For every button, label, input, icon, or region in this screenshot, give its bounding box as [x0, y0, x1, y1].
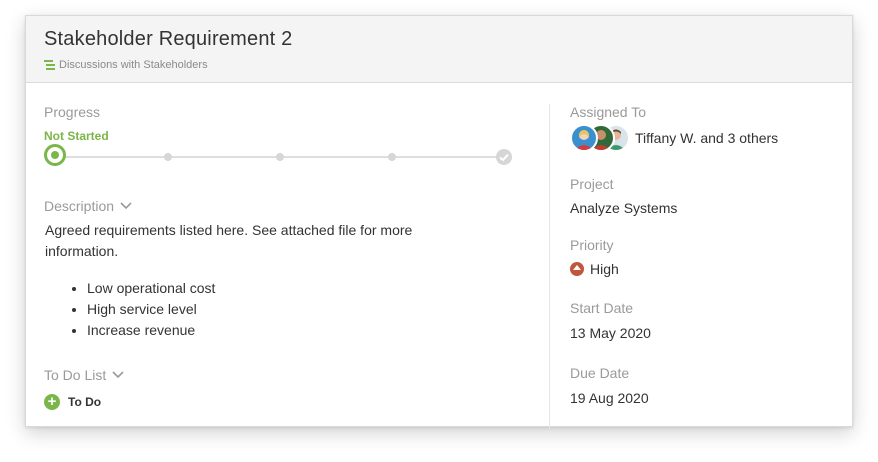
project-value[interactable]: Analyze Systems	[570, 200, 677, 216]
list-item: High service level	[87, 299, 215, 320]
todo-toggle[interactable]: To Do List	[44, 367, 124, 383]
avatar[interactable]	[570, 124, 598, 152]
assigned-value[interactable]: Tiffany W. and 3 others	[635, 130, 778, 146]
progress-step-current[interactable]	[44, 144, 66, 166]
description-label: Description	[44, 198, 115, 214]
breadcrumb-label: Discussions with Stakeholders	[59, 59, 208, 71]
assignee-avatars[interactable]	[570, 124, 630, 154]
list-item: Low operational cost	[87, 278, 215, 299]
priority-text: High	[590, 261, 619, 277]
priority-label: Priority	[570, 237, 614, 253]
plus-icon: +	[44, 394, 60, 410]
todo-label: To Do List	[44, 367, 107, 383]
progress-complete-step[interactable]	[496, 149, 512, 165]
card-header: Stakeholder Requirement 2 Discussions wi…	[26, 16, 852, 83]
breadcrumb[interactable]: Discussions with Stakeholders	[44, 59, 208, 71]
add-todo-label: To Do	[68, 395, 102, 409]
page-title: Stakeholder Requirement 2	[44, 28, 293, 50]
person-icon	[575, 130, 593, 150]
due-date-label: Due Date	[570, 365, 630, 381]
progress-tracker[interactable]	[44, 144, 514, 170]
priority-value[interactable]: High	[570, 261, 619, 277]
task-detail-card: Stakeholder Requirement 2 Discussions wi…	[25, 15, 853, 428]
progress-status: Not Started	[44, 129, 109, 143]
list-item: Increase revenue	[87, 320, 215, 341]
description-toggle[interactable]: Description	[44, 198, 132, 214]
chevron-down-icon	[120, 202, 132, 210]
add-todo-button[interactable]: + To Do	[44, 394, 101, 410]
progress-step[interactable]	[276, 153, 284, 161]
priority-up-icon	[570, 262, 584, 276]
progress-label: Progress	[44, 104, 101, 120]
list-icon	[44, 60, 55, 70]
chevron-down-icon	[112, 371, 124, 379]
description-text: Agreed requirements listed here. See att…	[45, 222, 413, 259]
column-divider	[549, 104, 550, 428]
assigned-label: Assigned To	[570, 104, 647, 120]
check-icon	[499, 153, 509, 162]
progress-step[interactable]	[164, 153, 172, 161]
due-date-value[interactable]: 19 Aug 2020	[570, 390, 649, 406]
project-label: Project	[570, 176, 614, 192]
progress-step[interactable]	[388, 153, 396, 161]
start-date-label: Start Date	[570, 300, 634, 316]
start-date-value[interactable]: 13 May 2020	[570, 325, 651, 341]
description-bullets: Low operational cost High service level …	[70, 278, 215, 341]
